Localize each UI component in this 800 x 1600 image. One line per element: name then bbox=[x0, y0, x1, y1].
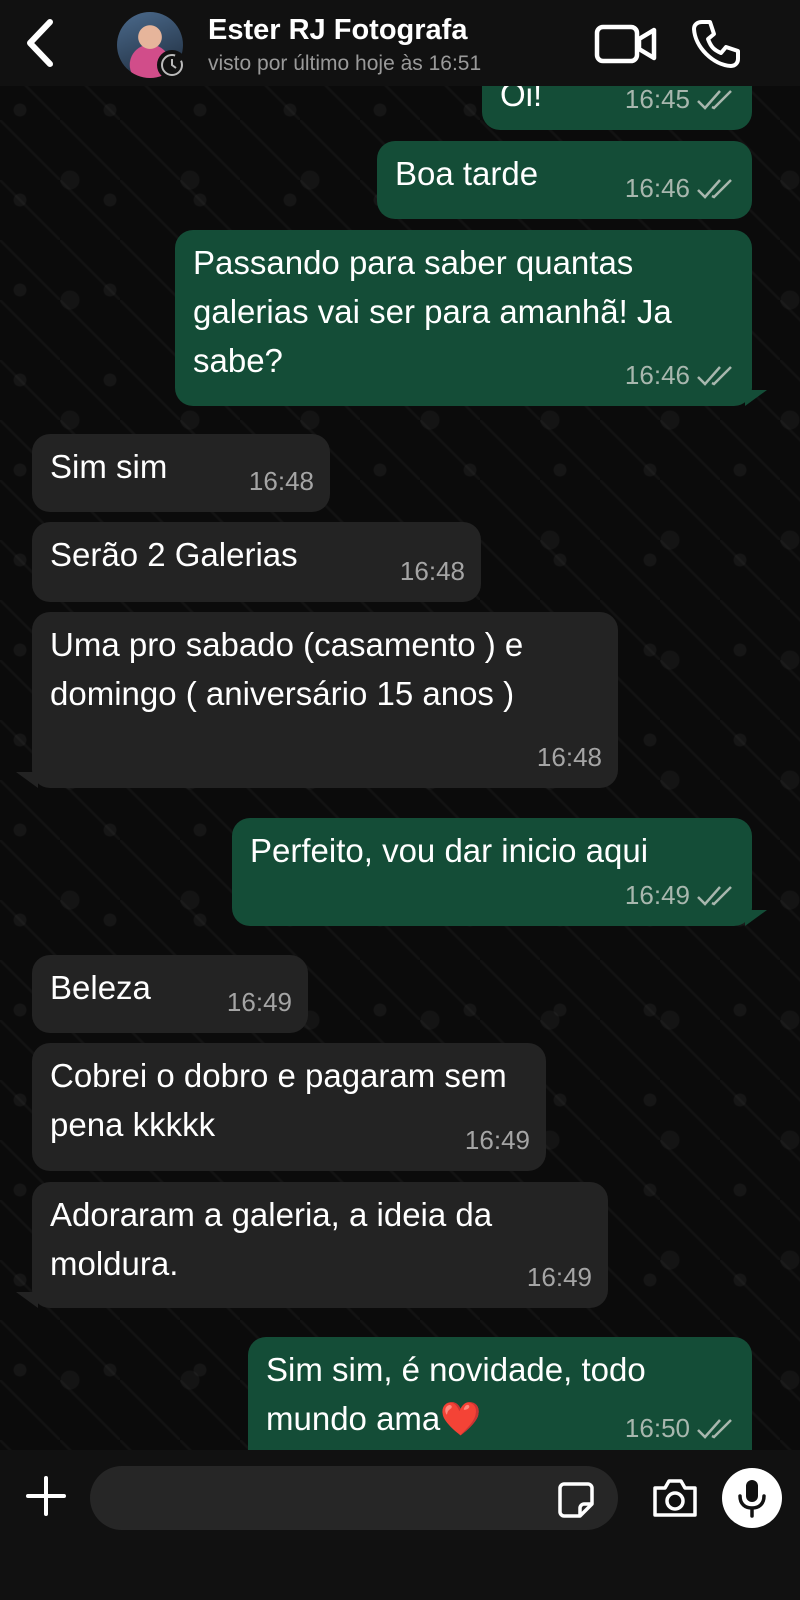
message-time: 16:48 bbox=[399, 556, 465, 586]
double-check-icon bbox=[697, 89, 732, 110]
message-bubble-outgoing[interactable]: Perfeito, vou dar inicio aqui 16:49 bbox=[232, 818, 752, 926]
message-meta: 16:49 bbox=[465, 1116, 530, 1165]
double-check-icon bbox=[697, 1418, 732, 1439]
bubble-tail bbox=[16, 772, 38, 788]
message-meta: 16:49 bbox=[625, 871, 736, 920]
bubble-tail bbox=[745, 390, 767, 406]
bubble-tail bbox=[745, 910, 767, 926]
plus-icon bbox=[26, 1476, 66, 1516]
message-time: 16:48 bbox=[248, 466, 314, 496]
video-camera-icon bbox=[594, 24, 657, 64]
last-seen-status: visto por último hoje às 16:51 bbox=[208, 52, 482, 75]
message-text: Adoraram a galeria, a ideia da moldura. bbox=[50, 1196, 493, 1282]
attach-button[interactable] bbox=[24, 1474, 68, 1518]
message-meta: 16:48 bbox=[249, 457, 314, 506]
disappearing-messages-badge bbox=[157, 50, 187, 80]
double-check-icon bbox=[697, 178, 732, 199]
voice-call-button[interactable] bbox=[690, 18, 742, 70]
message-bubble-incoming[interactable]: Adoraram a galeria, a ideia da moldura. … bbox=[32, 1182, 608, 1308]
message-input[interactable] bbox=[90, 1466, 618, 1530]
message-meta: 16:48 bbox=[537, 733, 602, 782]
video-call-button[interactable] bbox=[594, 22, 658, 66]
message-text: Cobrei o dobro e pagaram sem pena kkkkk bbox=[50, 1057, 507, 1143]
voice-message-button[interactable] bbox=[722, 1468, 782, 1528]
microphone-icon bbox=[738, 1480, 766, 1518]
message-time: 16:49 bbox=[464, 1125, 530, 1155]
composer-bar bbox=[0, 1450, 800, 1600]
sticker-icon bbox=[558, 1482, 594, 1518]
message-bubble-incoming[interactable]: Beleza 16:49 bbox=[32, 955, 308, 1033]
double-check-icon bbox=[697, 365, 732, 386]
back-button[interactable] bbox=[20, 18, 64, 70]
camera-button[interactable] bbox=[650, 1476, 700, 1520]
sticker-button[interactable] bbox=[556, 1480, 596, 1520]
message-time: 16:46 bbox=[624, 173, 690, 203]
message-time: 16:46 bbox=[624, 360, 690, 390]
message-bubble-outgoing[interactable]: Boa tarde 16:46 bbox=[377, 141, 752, 219]
clock-icon bbox=[161, 54, 183, 76]
message-meta: 16:48 bbox=[400, 547, 465, 596]
message-meta: 16:46 bbox=[625, 164, 736, 213]
chat-area[interactable]: Oi! 16:45 Boa tarde 16:46 Passando para … bbox=[0, 0, 800, 1450]
chat-header: Ester RJ Fotografa visto por último hoje… bbox=[0, 0, 800, 86]
message-bubble-incoming[interactable]: Uma pro sabado (casamento ) e domingo ( … bbox=[32, 612, 618, 788]
message-time: 16:50 bbox=[624, 1413, 690, 1443]
message-bubble-outgoing[interactable]: Passando para saber quantas galerias vai… bbox=[175, 230, 752, 406]
bubble-tail bbox=[16, 1292, 38, 1308]
contact-name[interactable]: Ester RJ Fotografa bbox=[208, 14, 467, 47]
message-bubble-incoming[interactable]: Cobrei o dobro e pagaram sem pena kkkkk … bbox=[32, 1043, 546, 1171]
message-meta: 16:50 bbox=[625, 1404, 736, 1450]
message-bubble-incoming[interactable]: Serão 2 Galerias 16:48 bbox=[32, 522, 481, 602]
message-bubble-outgoing[interactable]: Sim sim, é novidade, todo mundo ama❤️ 16… bbox=[248, 1337, 752, 1450]
message-meta: 16:46 bbox=[625, 351, 736, 400]
double-check-icon bbox=[697, 885, 732, 906]
message-time: 16:49 bbox=[624, 880, 690, 910]
message-meta: 16:49 bbox=[527, 1253, 592, 1302]
camera-icon bbox=[653, 1479, 697, 1517]
message-text: Perfeito, vou dar inicio aqui bbox=[250, 832, 649, 869]
chevron-left-icon bbox=[27, 19, 53, 67]
message-bubble-incoming[interactable]: Sim sim 16:48 bbox=[32, 434, 330, 512]
message-text: Uma pro sabado (casamento ) e domingo ( … bbox=[50, 626, 524, 712]
message-time: 16:49 bbox=[526, 1262, 592, 1292]
message-meta: 16:49 bbox=[227, 978, 292, 1027]
message-time: 16:49 bbox=[226, 987, 292, 1017]
message-time: 16:48 bbox=[536, 742, 602, 772]
phone-icon bbox=[692, 20, 740, 68]
